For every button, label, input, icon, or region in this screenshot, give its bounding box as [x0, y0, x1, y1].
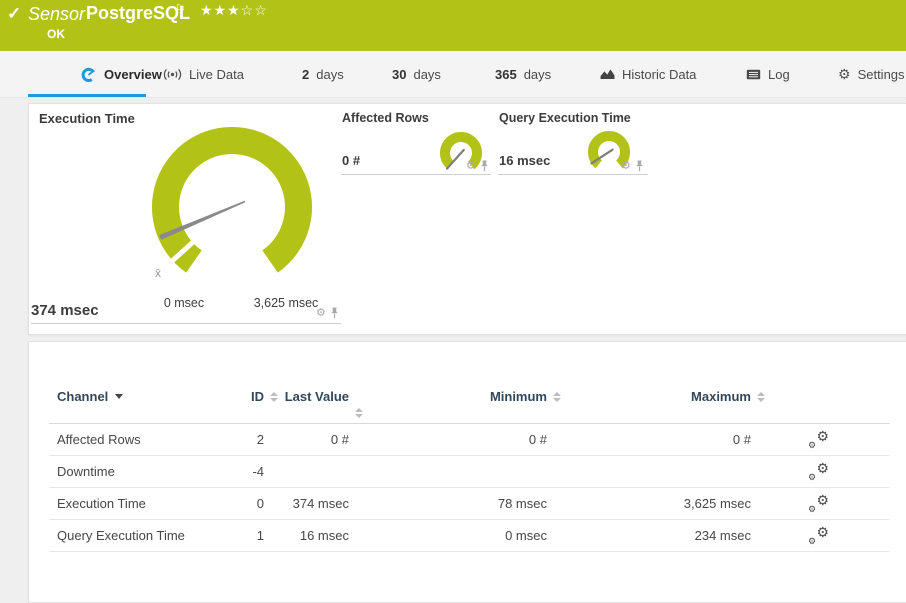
channel-name: Downtime	[57, 464, 115, 479]
tab-30-days[interactable]: 30 days	[392, 51, 441, 97]
affected-rows-actions: ⚙	[466, 160, 489, 172]
primary-tile-divider	[31, 323, 341, 324]
query-execution-time-actions: ⚙	[621, 160, 644, 172]
tab-bar: Overview Live Data 2 days 30 days 365 da…	[0, 51, 906, 98]
column-header-id[interactable]: ID	[214, 389, 278, 405]
sort-toggle-icon	[757, 392, 765, 402]
tab-overview-label: Overview	[104, 66, 162, 82]
active-tab-underline	[28, 94, 146, 97]
channels-panel: Channel ID Last Value Minimum Maximum Af…	[28, 341, 906, 603]
channel-name: Query Execution Time	[57, 528, 185, 543]
tab-historic-data-label: Historic Data	[622, 66, 697, 82]
table-row: Query Execution Time 1 16 msec 0 msec 23…	[49, 520, 890, 552]
status-ok-check-icon: ✓	[7, 4, 22, 23]
channel-table: Channel ID Last Value Minimum Maximum Af…	[49, 342, 890, 552]
affected-rows-value: 0 #	[342, 153, 361, 168]
query-execution-time-value: 16 msec	[499, 153, 551, 168]
pin-icon[interactable]	[330, 307, 339, 319]
channel-minimum: 78 msec	[497, 496, 547, 511]
gauge-overview-icon	[80, 67, 97, 82]
settings-gear-icon: ⚙	[838, 66, 851, 82]
gauge-average-marker: x̄	[155, 266, 161, 280]
channel-id: 1	[256, 528, 264, 543]
column-header-maximum[interactable]: Maximum	[547, 389, 765, 405]
table-row: Downtime -4 ⚙ ⚙	[49, 456, 890, 488]
tab-live-data-label: Live Data	[189, 66, 244, 82]
channel-settings-icon[interactable]: ⚙ ⚙	[807, 429, 829, 450]
tab-log-label: Log	[768, 66, 790, 82]
tab-settings[interactable]: ⚙ Settings	[838, 51, 905, 97]
live-data-icon	[163, 68, 182, 81]
primary-gauge-value: 374 msec	[31, 302, 99, 319]
execution-time-gauge: x̄ 0 msec 3,625 msec	[152, 127, 319, 310]
tab-settings-label: Settings	[857, 66, 905, 82]
channel-minimum: 0 msec	[505, 528, 547, 543]
table-header-row: Channel ID Last Value Minimum Maximum	[49, 342, 890, 424]
query-execution-time-title: Query Execution Time	[499, 111, 631, 125]
channel-id: -4	[252, 464, 264, 479]
query-execution-time-divider	[498, 174, 648, 175]
channel-last-value: 0 #	[330, 432, 349, 447]
pin-icon[interactable]	[635, 160, 644, 172]
table-row: Execution Time 0 374 msec 78 msec 3,625 …	[49, 488, 890, 520]
channel-gear-icon[interactable]: ⚙	[316, 307, 326, 319]
table-row: Affected Rows 2 0 # 0 # 0 # ⚙ ⚙	[49, 424, 890, 456]
channel-name: Affected Rows	[57, 432, 141, 447]
priority-stars[interactable]: ★★★☆☆	[200, 2, 268, 19]
channel-id: 0	[256, 496, 264, 511]
sort-desc-icon	[115, 394, 124, 399]
sensor-kind-label: Sensor	[28, 4, 86, 24]
column-header-last-value[interactable]: Last Value	[264, 389, 363, 418]
tab-365-days[interactable]: 365 days	[495, 51, 551, 97]
channel-settings-icon[interactable]: ⚙ ⚙	[807, 525, 829, 546]
pin-icon[interactable]	[480, 160, 489, 172]
affected-rows-title: Affected Rows	[342, 111, 429, 125]
channel-last-value: 16 msec	[299, 528, 349, 543]
column-header-channel[interactable]: Channel	[49, 389, 214, 405]
channel-minimum: 0 #	[528, 432, 547, 447]
channel-last-value: 374 msec	[292, 496, 349, 511]
flag-icon[interactable]: ⚐	[175, 2, 186, 16]
channel-settings-icon[interactable]: ⚙ ⚙	[807, 461, 829, 482]
tab-historic-data[interactable]: Historic Data	[600, 51, 696, 97]
column-header-minimum[interactable]: Minimum	[349, 389, 561, 405]
channel-maximum: 234 msec	[694, 528, 751, 543]
channel-settings-icon[interactable]: ⚙ ⚙	[807, 493, 829, 514]
channel-maximum: 0 #	[732, 432, 751, 447]
tab-live-data[interactable]: Live Data	[163, 51, 244, 97]
primary-tile-actions: ⚙	[316, 307, 339, 319]
historic-chart-icon	[600, 68, 615, 80]
tab-2-days[interactable]: 2 days	[302, 51, 344, 97]
log-list-icon	[746, 69, 761, 80]
affected-rows-divider	[341, 174, 491, 175]
channel-name: Execution Time	[57, 496, 146, 511]
tab-overview[interactable]: Overview	[80, 51, 162, 97]
sensor-header-bar: ✓ Sensor PostgreSQL ⚐ ★★★☆☆ OK	[0, 0, 906, 51]
channel-gear-icon[interactable]: ⚙	[621, 160, 631, 172]
sort-toggle-icon	[355, 408, 363, 418]
channel-gear-icon[interactable]: ⚙	[466, 160, 476, 172]
channel-maximum: 3,625 msec	[683, 496, 751, 511]
tab-log[interactable]: Log	[746, 51, 790, 97]
primary-gauge-title: Execution Time	[39, 111, 135, 126]
channel-id: 2	[256, 432, 264, 447]
gauges-panel: Execution Time x̄ 0 msec 3,625 msec 374 …	[28, 103, 906, 335]
gauge-min-label: 0 msec	[164, 296, 204, 310]
sensor-status-badge: OK	[47, 27, 65, 41]
gauge-max-label: 3,625 msec	[254, 296, 319, 310]
